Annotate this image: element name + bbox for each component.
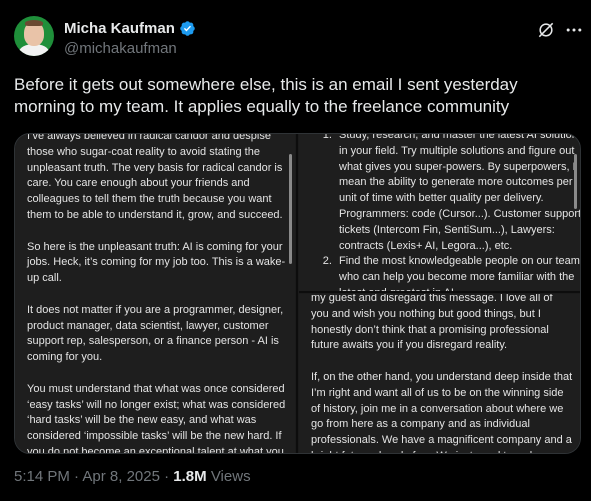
email-list-item: Study, research, and master the latest A… xyxy=(335,134,580,254)
email-left-pane: I’ve always believed in radical candor a… xyxy=(15,134,295,453)
email-paragraph: I’ve always believed in radical candor a… xyxy=(27,134,283,221)
views-label: Views xyxy=(210,468,251,485)
pane-divider xyxy=(299,291,580,293)
email-paragraph: So here is the unpleasant truth: AI is c… xyxy=(27,240,286,285)
tweet-header: Micha Kaufman @michakaufman xyxy=(14,14,582,62)
pane-divider xyxy=(296,134,298,453)
verified-badge-icon xyxy=(180,20,195,36)
tweet-time[interactable]: 5:14 PM xyxy=(14,468,70,485)
meta-separator: · xyxy=(164,468,170,485)
email-left-text: I’ve always believed in radical candor a… xyxy=(27,134,289,453)
email-right-bottom-text: my guest and disregard this message. I l… xyxy=(311,294,573,453)
avatar-hair xyxy=(25,20,43,26)
email-right-top-pane: Study, research, and master the latest A… xyxy=(299,134,580,291)
email-paragraph: If, on the other hand, you understand de… xyxy=(311,370,573,453)
scrollbar-thumb xyxy=(574,154,577,209)
email-paragraph: my guest and disregard this message. I l… xyxy=(311,294,553,352)
more-icon[interactable] xyxy=(564,20,584,40)
tweet-media-image[interactable]: I’ve always believed in radical candor a… xyxy=(14,133,581,454)
email-paragraph: It does not matter if you are a programm… xyxy=(27,303,284,364)
email-action-list: Study, research, and master the latest A… xyxy=(313,134,580,291)
email-right-bottom-pane: my guest and disregard this message. I l… xyxy=(299,294,580,453)
avatar[interactable] xyxy=(14,16,54,56)
email-paragraph: You must understand that what was once c… xyxy=(27,382,286,453)
tweet-text: Before it gets out somewhere else, this … xyxy=(14,75,518,116)
views-count: 1.8M xyxy=(173,468,207,485)
author-display-name[interactable]: Micha Kaufman xyxy=(64,20,175,37)
email-list-item: Find the most knowledgeable people on ou… xyxy=(335,254,580,291)
author-handle[interactable]: @michakaufman xyxy=(64,40,177,57)
author-name-row: Micha Kaufman xyxy=(64,18,196,38)
scrollbar-thumb xyxy=(289,154,292,264)
grok-icon[interactable] xyxy=(536,20,556,40)
tweet-date[interactable]: Apr 8, 2025 xyxy=(82,468,160,485)
meta-separator: · xyxy=(74,468,80,485)
tweet-meta: 5:14 PM · Apr 8, 2025 · 1.8M Views xyxy=(14,468,251,485)
